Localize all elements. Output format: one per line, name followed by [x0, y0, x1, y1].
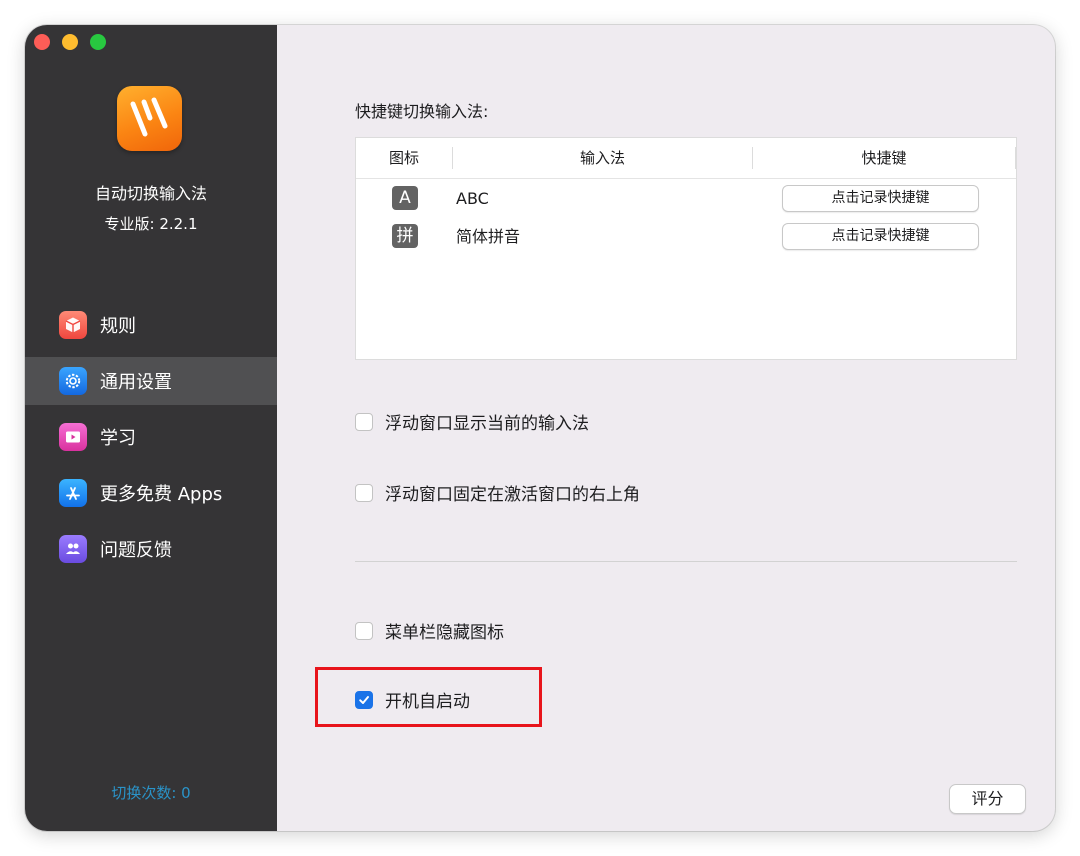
option-label: 浮动窗口显示当前的输入法	[385, 414, 589, 434]
sidebar-nav: 规则 通用设置 学习 更多免费 Apps 问题反馈	[25, 301, 277, 581]
checkbox[interactable]	[355, 621, 373, 640]
table-row[interactable]: 拼 简体拼音 点击记录快捷键	[356, 218, 1016, 256]
sidebar-item-general-settings[interactable]: 通用设置	[25, 357, 277, 405]
video-icon	[59, 423, 87, 451]
column-header-icon[interactable]: 图标	[356, 138, 452, 178]
input-method-table: 图标 输入法 快捷键 A ABC 点击记录快捷键 拼 简体拼音 点击记录快捷键	[355, 137, 1017, 360]
sidebar-item-label: 通用设置	[100, 372, 172, 393]
table-row[interactable]: A ABC 点击记录快捷键	[356, 180, 1016, 218]
input-method-name: 简体拼音	[456, 227, 521, 246]
option-hide-menubar-icon[interactable]: 菜单栏隐藏图标	[355, 618, 504, 643]
rate-button[interactable]: 评分	[949, 784, 1026, 814]
column-header-shortcut[interactable]: 快捷键	[753, 138, 1015, 178]
main-content: 快捷键切换输入法: 图标 输入法 快捷键 A ABC 点击记录快捷键 拼 简体拼…	[277, 25, 1055, 831]
app-logo-icon	[117, 86, 182, 151]
switch-count: 切换次数: 0	[111, 784, 191, 802]
record-shortcut-button[interactable]: 点击记录快捷键	[782, 185, 979, 212]
shortcut-section-title: 快捷键切换输入法:	[355, 102, 489, 121]
app-store-icon	[59, 479, 87, 507]
abc-input-icon: A	[392, 186, 418, 210]
gear-icon	[59, 367, 87, 395]
column-divider	[1015, 147, 1016, 169]
option-label: 菜单栏隐藏图标	[385, 623, 504, 643]
people-icon	[59, 535, 87, 563]
table-header: 图标 输入法 快捷键	[356, 138, 1016, 179]
sidebar-item-label: 规则	[100, 316, 136, 337]
highlight-box	[315, 667, 542, 727]
record-shortcut-button[interactable]: 点击记录快捷键	[782, 223, 979, 250]
option-pin-floating-window[interactable]: 浮动窗口固定在激活窗口的右上角	[355, 480, 640, 505]
sidebar-item-label: 学习	[100, 428, 136, 449]
option-label: 浮动窗口固定在激活窗口的右上角	[385, 485, 640, 505]
pinyin-input-icon: 拼	[392, 224, 418, 248]
sidebar: 自动切换输入法 专业版: 2.2.1 规则 通用设置 学习 更多免费 Apps …	[25, 25, 277, 831]
close-button[interactable]	[34, 34, 50, 50]
sidebar-item-rules[interactable]: 规则	[25, 301, 277, 349]
sidebar-item-feedback[interactable]: 问题反馈	[25, 525, 277, 573]
traffic-lights	[34, 34, 106, 50]
app-version: 专业版: 2.2.1	[104, 215, 198, 233]
app-name: 自动切换输入法	[94, 184, 207, 203]
sidebar-item-label: 问题反馈	[100, 540, 172, 561]
sidebar-item-learn[interactable]: 学习	[25, 413, 277, 461]
app-window: 自动切换输入法 专业版: 2.2.1 规则 通用设置 学习 更多免费 Apps …	[25, 25, 1055, 831]
section-divider	[355, 561, 1017, 562]
checkbox[interactable]	[355, 412, 373, 431]
zoom-button[interactable]	[90, 34, 106, 50]
option-show-floating-window[interactable]: 浮动窗口显示当前的输入法	[355, 409, 589, 434]
cube-icon	[59, 311, 87, 339]
checkbox[interactable]	[355, 483, 373, 502]
column-header-input-method[interactable]: 输入法	[453, 138, 752, 178]
minimize-button[interactable]	[62, 34, 78, 50]
sidebar-item-more-apps[interactable]: 更多免费 Apps	[25, 469, 277, 517]
sidebar-item-label: 更多免费 Apps	[100, 484, 223, 505]
input-method-name: ABC	[456, 189, 489, 208]
